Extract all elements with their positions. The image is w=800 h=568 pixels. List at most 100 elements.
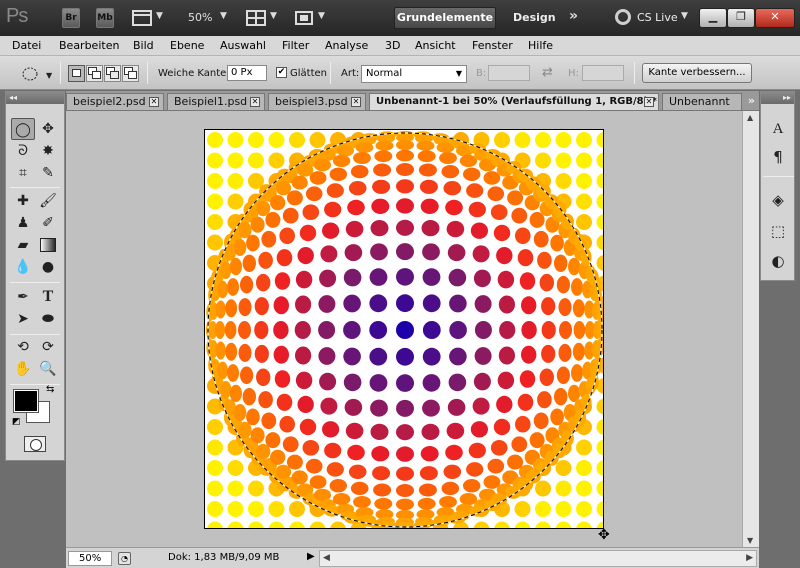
3d-orbit-tool[interactable]: ⟳ [36, 336, 60, 358]
pen-tool[interactable]: ✒ [11, 286, 35, 308]
chevron-down-icon[interactable]: ▼ [681, 11, 688, 21]
clone-stamp-tool[interactable]: ♟ [11, 212, 35, 234]
close-icon[interactable]: ✕ [250, 97, 260, 107]
add-selection-button[interactable] [86, 65, 103, 82]
paths-panel-icon[interactable]: ⬚ [767, 220, 789, 242]
hand-tool[interactable]: ✋ [11, 358, 35, 380]
cslive-button[interactable]: CS Live [637, 11, 678, 24]
restore-button[interactable]: ❐ [727, 8, 755, 28]
path-selection-tool[interactable]: ➤ [11, 308, 35, 330]
dodge-tool[interactable]: ● [36, 256, 60, 278]
crop-icon: ⌗ [19, 165, 27, 181]
close-button[interactable]: ✕ [755, 8, 795, 28]
scroll-left-icon[interactable]: ◀ [323, 553, 330, 563]
halftone-dot [233, 404, 247, 421]
brush-tool[interactable]: 🖌 [36, 190, 60, 212]
type-tool[interactable]: T [36, 286, 60, 308]
subtract-selection-button[interactable] [104, 65, 121, 82]
ellipse-shape-tool[interactable]: ⬬ [36, 308, 60, 330]
document-canvas[interactable] [204, 129, 604, 529]
workspace-design-button[interactable]: Design [513, 11, 556, 24]
close-icon[interactable]: ✕ [149, 97, 159, 107]
menu-ansicht[interactable]: Ansicht [415, 39, 456, 52]
elliptical-marquee-tool[interactable]: ◯ [11, 118, 35, 140]
dock-expand-grip[interactable]: ▸▸ [761, 92, 794, 104]
arrange-documents-button[interactable] [246, 9, 268, 27]
tab-overflow-button[interactable]: » [748, 94, 755, 107]
menu-bearbeiten[interactable]: Bearbeiten [59, 39, 119, 52]
quick-mask-button[interactable] [24, 436, 46, 452]
canvas-workarea[interactable] [66, 111, 742, 547]
menu-3d[interactable]: 3D [385, 39, 400, 52]
screen-mode-button[interactable] [294, 9, 316, 27]
chevron-down-icon[interactable]: ▼ [318, 11, 325, 21]
blur-tool[interactable]: 💧 [11, 256, 35, 278]
scroll-down-icon[interactable]: ▼ [747, 536, 753, 545]
tab-unbenannt[interactable]: Unbenannt [662, 93, 742, 110]
paragraph-panel-icon[interactable]: ¶ [767, 146, 789, 168]
scroll-up-icon[interactable]: ▲ [747, 113, 753, 122]
3d-rotate-tool[interactable]: ⟲ [11, 336, 35, 358]
tab-beispiel2[interactable]: beispiel2.psd ✕ [66, 93, 164, 110]
adjustments-panel-icon[interactable]: ◐ [767, 250, 789, 272]
tool-preset-picker[interactable]: ▼ [20, 65, 56, 83]
cslive-icon[interactable] [615, 9, 631, 25]
vertical-scrollbar[interactable]: ▲ ▼ [742, 111, 759, 547]
tab-beispiel1[interactable]: Beispiel1.psd ✕ [167, 93, 265, 110]
menu-ebene[interactable]: Ebene [170, 39, 204, 52]
menu-fenster[interactable]: Fenster [472, 39, 513, 52]
view-extras-button[interactable] [132, 9, 154, 27]
height-input[interactable] [582, 65, 624, 81]
bridge-button[interactable]: Br [62, 8, 80, 28]
foreground-color-swatch[interactable] [13, 389, 39, 413]
swap-dimensions-icon[interactable]: ⇄ [542, 65, 553, 80]
zoom-level-select[interactable]: 50% [188, 11, 212, 24]
magic-wand-tool[interactable]: ✸ [36, 140, 60, 162]
halftone-dot [256, 368, 271, 387]
horizontal-scrollbar[interactable]: ◀ ▶ [319, 550, 757, 567]
zoom-input[interactable]: 50% [68, 551, 112, 566]
move-tool[interactable]: ✥ [36, 118, 60, 140]
menu-auswahl[interactable]: Auswahl [220, 39, 266, 52]
gradient-tool[interactable] [36, 234, 60, 256]
minimize-button[interactable]: ▁ [699, 8, 727, 28]
workspace-essentials-button[interactable]: Grundelemente [394, 7, 496, 29]
menu-analyse[interactable]: Analyse [325, 39, 368, 52]
chevron-down-icon[interactable]: ▼ [270, 11, 277, 21]
close-icon[interactable]: ✕ [644, 97, 654, 107]
workspace-more-button[interactable]: » [569, 8, 578, 24]
halftone-dot [596, 303, 603, 322]
default-colors-icon[interactable]: ◩ [12, 417, 21, 427]
tab-unbenannt-1[interactable]: Unbenannt-1 bei 50% (Verlaufsfüllung 1, … [369, 93, 659, 110]
lasso-tool[interactable]: ᘐ [11, 140, 35, 162]
layers-panel-icon[interactable]: ◈ [767, 189, 789, 211]
status-menu-arrow-icon[interactable]: ▶ [307, 551, 315, 562]
swap-colors-icon[interactable]: ⇆ [46, 384, 54, 395]
menu-datei[interactable]: Datei [12, 39, 41, 52]
zoom-tool[interactable]: 🔍 [36, 358, 60, 380]
toolbox-collapse-grip[interactable]: ◂◂ [6, 92, 64, 104]
style-select[interactable]: Normal ▼ [361, 65, 467, 83]
new-selection-button[interactable] [68, 65, 85, 82]
refine-edge-button[interactable]: Kante verbessern... [642, 63, 752, 83]
chevron-down-icon[interactable]: ▼ [220, 11, 227, 21]
history-brush-tool[interactable]: ✐ [36, 212, 60, 234]
antialias-checkbox[interactable]: ✔ [276, 67, 287, 78]
character-panel-icon[interactable]: A [767, 118, 789, 140]
feather-input[interactable]: 0 Px [227, 65, 267, 81]
mini-bridge-button[interactable]: Mb [96, 8, 114, 28]
healing-brush-tool[interactable]: ✚ [11, 190, 35, 212]
close-icon[interactable]: ✕ [351, 97, 361, 107]
menu-bild[interactable]: Bild [133, 39, 154, 52]
intersect-selection-button[interactable] [122, 65, 139, 82]
tab-beispiel3[interactable]: beispiel3.psd ✕ [268, 93, 366, 110]
chevron-down-icon[interactable]: ▼ [156, 11, 163, 21]
width-input[interactable] [488, 65, 530, 81]
proof-icon[interactable]: ◔ [118, 552, 131, 565]
eyedropper-tool[interactable]: ✎ [36, 162, 60, 184]
crop-tool[interactable]: ⌗ [11, 162, 35, 184]
menu-filter[interactable]: Filter [282, 39, 309, 52]
eraser-tool[interactable]: ▰ [11, 234, 35, 256]
menu-hilfe[interactable]: Hilfe [528, 39, 553, 52]
scroll-right-icon[interactable]: ▶ [746, 553, 753, 563]
